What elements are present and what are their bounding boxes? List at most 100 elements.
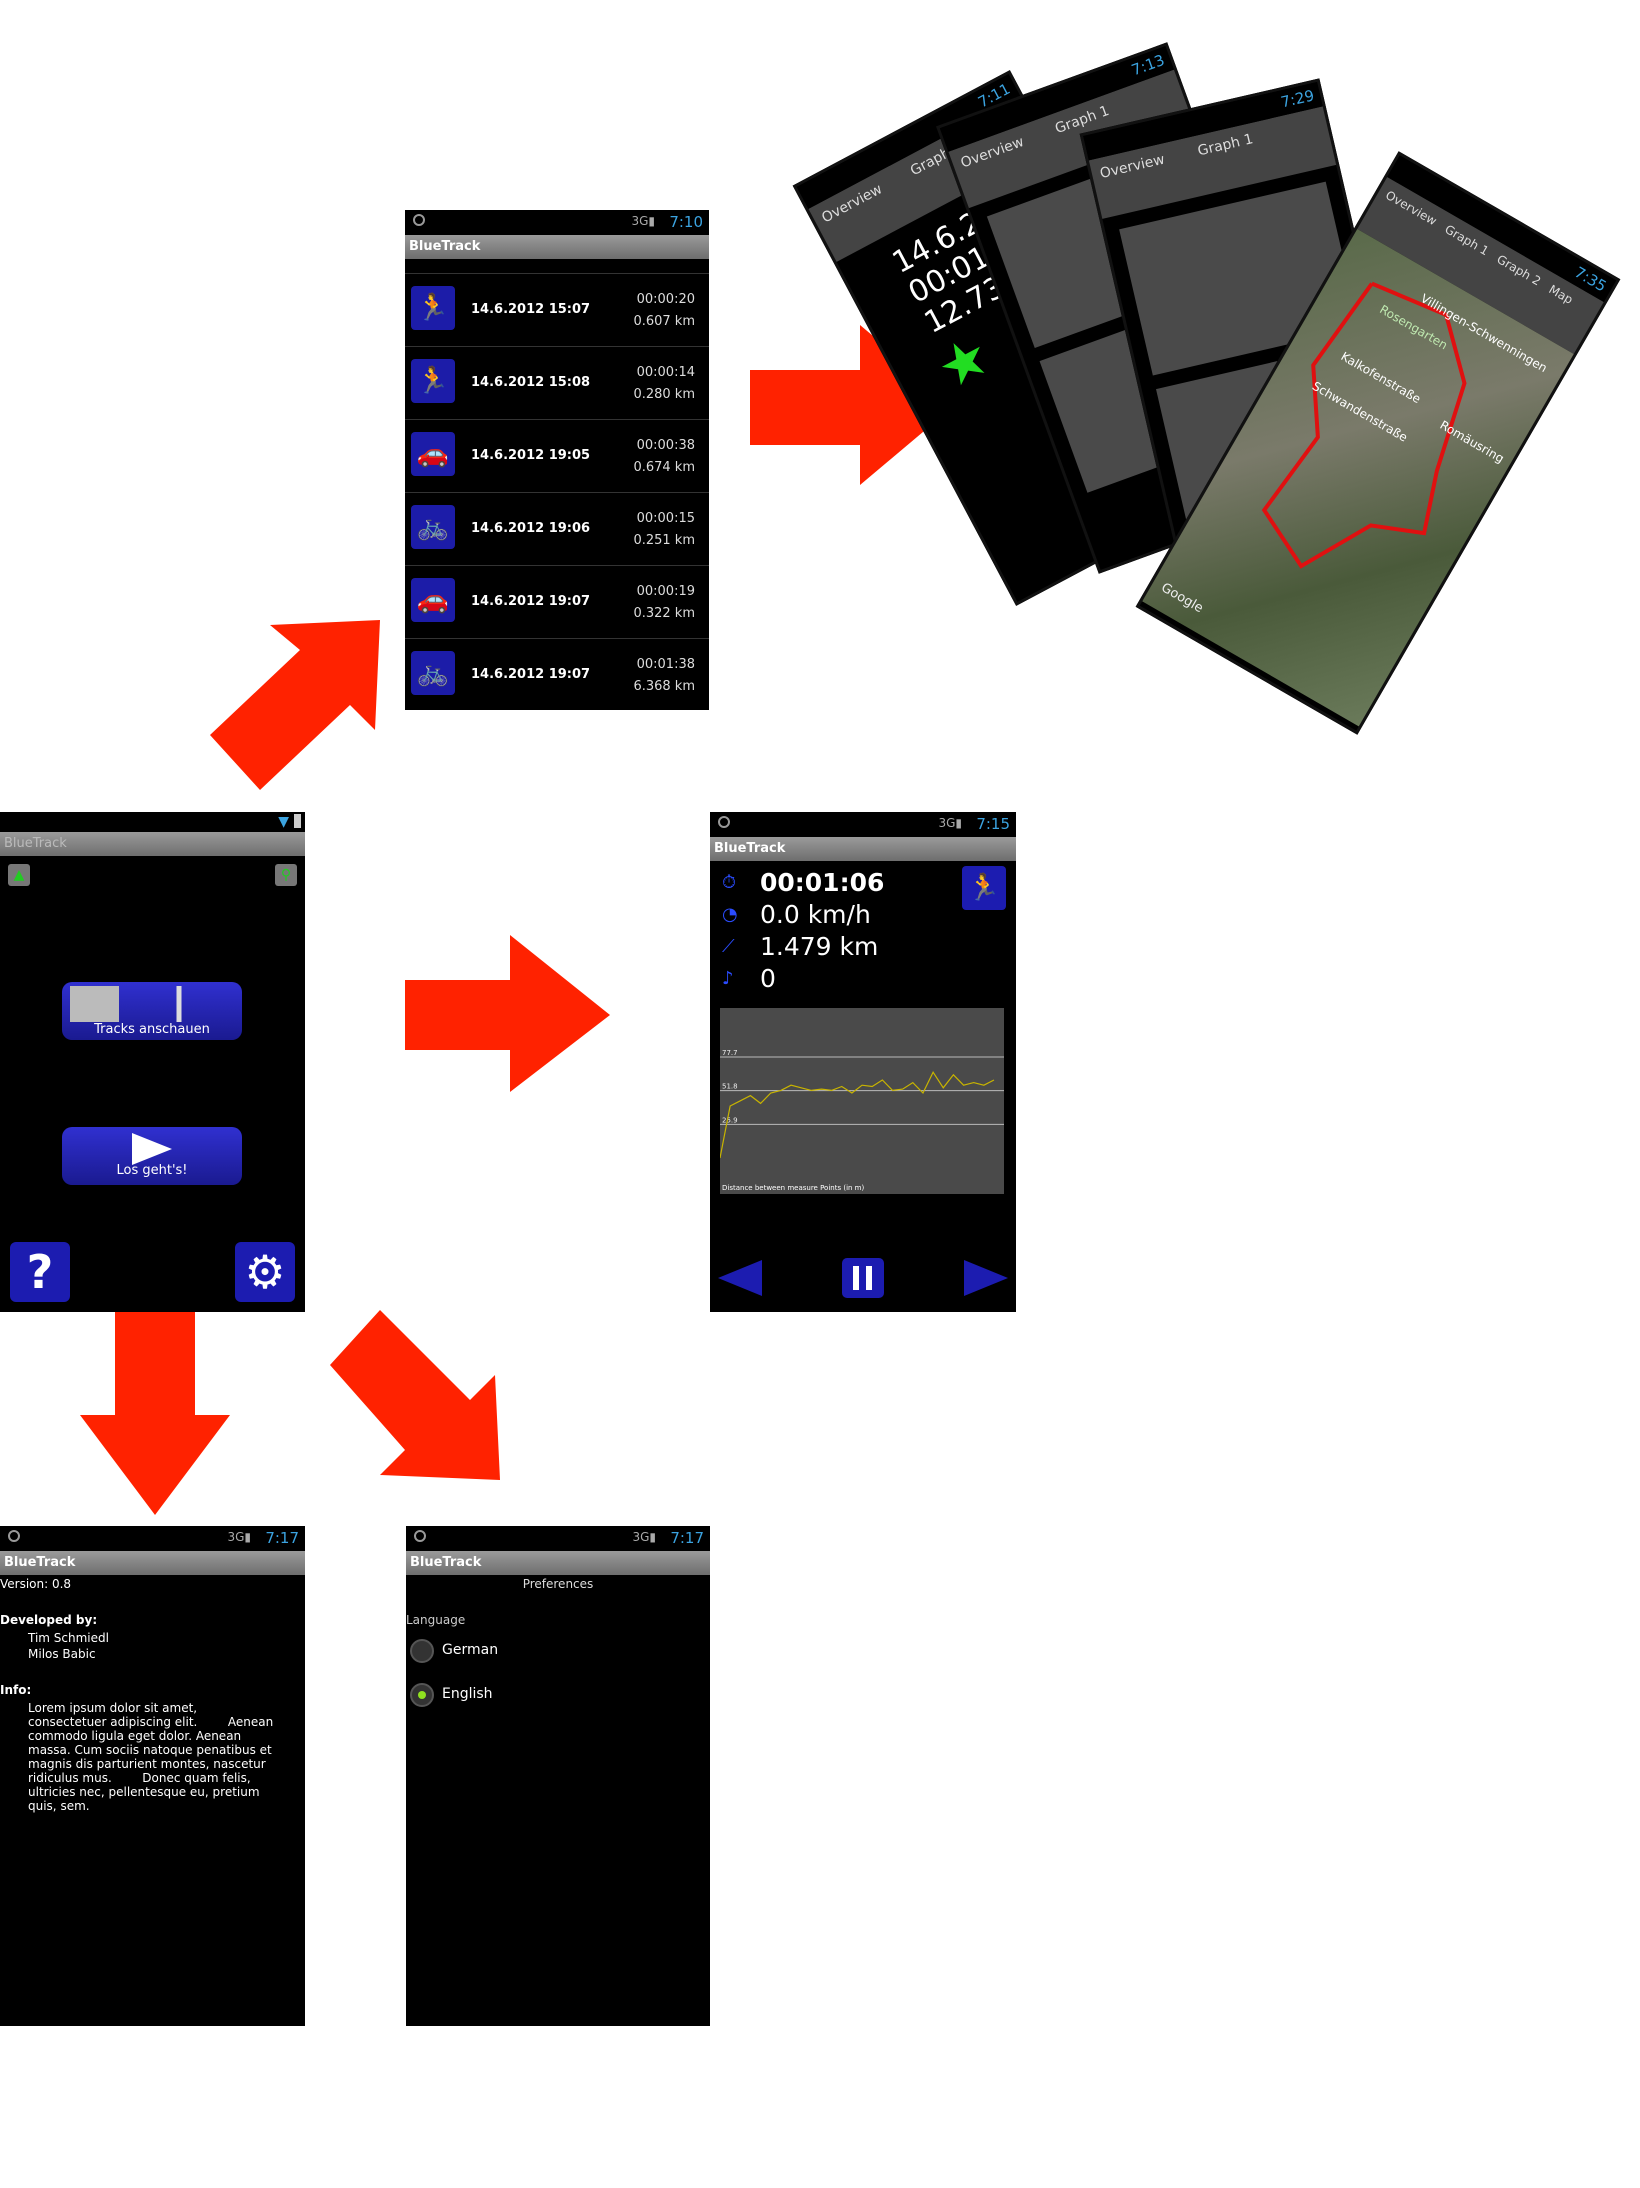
app-title: BlueTrack [710,837,1016,861]
radio-selected[interactable] [410,1683,434,1707]
track-date: 14.6.2012 19:07 [471,594,591,609]
runner-icon: 🏃 [411,286,455,330]
bicycle-icon: 🚲 [411,651,455,695]
status-bar: ▼ [0,812,305,832]
arrow-up-right [210,620,380,790]
tab-graph-1[interactable]: Graph 1 [1196,131,1254,159]
status-time: 7:29 [1279,86,1316,112]
pause-icon [853,1266,859,1290]
track-distance: 0.280 km [633,387,695,402]
language-label: Language [406,1613,466,1627]
distance-value: 1.479 km [760,932,879,961]
track-distance: 0.607 km [633,314,695,329]
status-bar: 3G▮ 7:17 [406,1526,710,1551]
elapsed-time: 00:01:06 [760,868,885,897]
track-row[interactable]: 🚲 14.6.2012 19:06 00:00:15 0.251 km [405,492,709,565]
track-list: 🏃 14.6.2012 15:07 00:00:20 0.607 km 🏃 14.6.20… [405,273,709,710]
signal-icon: 3G▮ [631,214,655,228]
pause-icon-bar [866,1266,872,1290]
developer-name: Tim Schmiedl [28,1631,109,1645]
language-option-german[interactable]: German [406,1629,710,1673]
series-line [719,1070,995,1159]
track-date: 14.6.2012 19:06 [471,521,591,536]
info-text: Lorem ipsum dolor sit amet, consectetuer… [28,1701,278,1813]
app-title: BlueTrack [0,1551,305,1575]
steps-icon: ♪ [722,968,734,989]
track-date: 14.6.2012 19:07 [471,667,591,682]
preferences-header: Preferences [522,1577,594,1591]
signal-icon: 3G▮ [632,1530,656,1544]
track-row[interactable]: 🏃 14.6.2012 15:08 00:00:14 0.280 km [405,346,709,419]
track-duration: 00:00:19 [636,584,695,599]
track-row[interactable]: 🏃 14.6.2012 15:07 00:00:20 0.607 km [405,273,709,346]
track-date: 14.6.2012 15:07 [471,302,591,317]
tracks-button[interactable]: Tracks anschauen [62,982,242,1040]
app-title: BlueTrack [406,1551,710,1575]
track-row[interactable]: 🚗 14.6.2012 19:05 00:00:38 0.674 km [405,419,709,492]
signal-icon: 3G▮ [227,1530,251,1544]
status-time: 7:17 [670,1529,704,1547]
satellite-icon: ⚲ [275,864,297,886]
gps-status-icon: ▲ [8,864,30,886]
status-time: 7:17 [265,1529,299,1547]
track-distance: 6.368 km [633,679,695,694]
gps-icon [718,816,730,828]
settings-button[interactable]: ⚙ [235,1242,295,1302]
signal-icon: 3G▮ [938,816,962,830]
distance-icon: ⟋ [722,936,735,957]
y-tick-label: 51.8 [722,1083,738,1091]
track-duration: 00:01:38 [636,657,695,672]
start-button[interactable]: Los geht's! [62,1127,242,1185]
speed-value: 0.0 km/h [760,900,871,929]
tab-overview[interactable]: Overview [1098,152,1166,182]
app-title: BlueTrack [405,235,709,259]
language-option-label: English [442,1686,493,1702]
track-duration: 00:00:20 [636,292,695,307]
tracking-screen: 3G▮ 7:15 BlueTrack ⏱ 00:01:06 ◔ 0.0 km/h… [710,812,1016,1312]
track-date: 14.6.2012 19:05 [471,448,591,463]
pause-button[interactable] [842,1258,884,1298]
gps-icon [413,214,425,226]
app-title: BlueTrack [0,832,305,856]
gear-icon: ⚙ [244,1245,286,1299]
track-row[interactable]: 🚗 14.6.2012 19:07 00:00:19 0.322 km [405,565,709,638]
track-distance: 0.322 km [633,606,695,621]
gps-icon [414,1530,426,1542]
track-distance: 0.251 km [633,533,695,548]
track-date: 14.6.2012 15:08 [471,375,591,390]
tab-map[interactable]: Map [1546,282,1575,307]
next-button[interactable] [964,1260,1008,1296]
status-time: 7:15 [976,815,1010,833]
clock-icon: ⏱ [722,872,737,893]
track-row[interactable]: 🚲 14.6.2012 19:07 00:01:38 6.368 km [405,638,709,710]
developer-name: Milos Babic [28,1647,96,1661]
about-screen: 3G▮ 7:17 BlueTrack Version: 0.8 Develope… [0,1526,305,2026]
info-label: Info: [0,1683,32,1697]
track-list-screen: 3G▮ 7:10 BlueTrack 🏃 14.6.2012 15:07 00:00… [405,210,709,710]
status-bar: 3G▮ 7:17 [0,1526,305,1551]
radio-unselected[interactable] [410,1639,434,1663]
tracks-label: Tracks anschauen [94,1022,210,1037]
preferences-screen: 3G▮ 7:17 BlueTrack Preferences Language … [406,1526,710,2026]
help-button[interactable]: ? [10,1242,70,1302]
track-duration: 00:00:14 [636,365,695,380]
gps-icon [8,1530,20,1542]
arrow-right-middle [405,935,610,1092]
car-icon: 🚗 [411,578,455,622]
track-distance: 0.674 km [633,460,695,475]
runner-icon: 🏃 [411,359,455,403]
wifi-icon: ▼ [278,814,289,830]
previous-button[interactable] [718,1260,762,1296]
tracks-preview-icon [70,986,234,1022]
y-tick-label: 25.9 [722,1116,738,1124]
language-option-label: German [442,1642,499,1658]
language-option-english[interactable]: English [406,1673,710,1717]
arrow-down-right [330,1310,500,1480]
activity-runner-button[interactable]: 🏃 [962,866,1006,910]
version-text: Version: 0.8 [0,1577,72,1591]
track-duration: 00:00:15 [636,511,695,526]
status-time: 7:10 [669,213,703,231]
graph-svg: 77.7 51.8 25.9 Distance between measure Poi… [719,1049,1004,1192]
count-value: 0 [760,964,776,993]
start-label: Los geht's! [116,1163,188,1178]
